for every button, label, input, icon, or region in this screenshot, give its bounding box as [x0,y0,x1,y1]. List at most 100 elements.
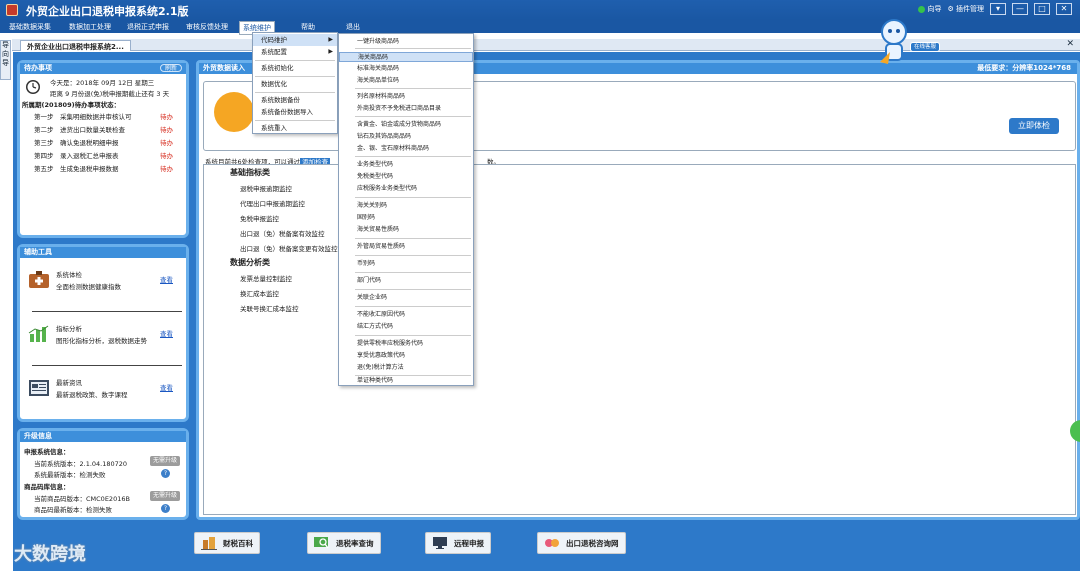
minimize-button[interactable]: — [1012,3,1028,15]
menu-separator [255,92,335,93]
submenu-item[interactable]: 部门代码 [339,276,473,286]
submenu-item[interactable]: 海关贸易性质码 [339,225,473,235]
submenu-item[interactable]: 含黄金、铂金或成分货物商品码 [339,120,473,130]
menu-formal-declaration[interactable]: 退税正式申报 [124,21,172,33]
sys-help-icon[interactable]: ? [161,469,170,478]
check-item[interactable]: 出口退（免）税备案有效监控 [240,228,325,238]
submenu-item[interactable]: 标准海关商品码 [339,64,473,74]
step-task-link[interactable]: 进货出口数量关联检查 [60,124,125,134]
code-help-icon[interactable]: ? [161,504,170,513]
gear-icon: ⚙ [947,5,954,13]
step-task-link[interactable]: 采集明细数据并审核认可 [60,111,132,121]
online-service-badge[interactable]: 在线客服 [910,42,941,52]
check-item[interactable]: 换汇成本监控 [240,288,279,298]
submenu-item[interactable]: 享受优惠政策代码 [339,351,473,361]
submenu-item[interactable]: 免税类型代码 [339,172,473,182]
resolution-requirement: 最低要求：分辨率1024*768 [977,64,1071,72]
tool-view-link[interactable]: 查看 [160,328,173,338]
menu-separator [355,48,471,49]
check-item[interactable]: 出口退（免）税备案变更有效监控 [240,243,338,253]
tab-main[interactable]: 外贸企业出口退税申报系统2... [20,40,131,51]
export-tax-consult-button[interactable]: 出口退税咨询网 [537,532,626,554]
tool-view-link[interactable]: 查看 [160,382,173,392]
step-status: 待办 [160,113,173,121]
submenu-item[interactable]: 外管局贸易性质码 [339,242,473,252]
tab-close-icon[interactable]: ✕ [1066,39,1074,49]
bottom-button-label: 远程申报 [454,538,484,548]
submenu-item[interactable]: 不能收汇原因代码 [339,310,473,320]
check-item[interactable]: 免税申报监控 [240,213,279,223]
check-item[interactable]: 退税申报逾期监控 [240,183,292,193]
sys-upgrade-button[interactable]: 无需升级 [150,456,181,466]
menu-basic-data[interactable]: 基础数据采集 [6,21,54,33]
check-item[interactable]: 发票总量控制监控 [240,273,292,283]
menu-separator [355,238,471,239]
divider [32,365,182,366]
menu-item-system-config[interactable]: 系统配置 ▶ [253,46,337,58]
submenu-item[interactable]: 钻石及其饰品商品码 [339,132,473,142]
submenu-item-customs-code[interactable]: 海关商品码 [339,52,473,62]
step-task-link[interactable]: 录入退税汇总申报表 [60,150,119,160]
mascot-icon[interactable] [876,18,912,66]
tool-name: 指标分析 [56,325,82,333]
menu-item-backup-import[interactable]: 系统备份数据导入 [253,106,337,118]
menu-exit[interactable]: 退出 [343,21,363,33]
tool-view-link[interactable]: 查看 [160,274,173,284]
step-label: 第一步 [34,113,54,121]
submenu-item[interactable]: 币别码 [339,259,473,269]
submenu-item[interactable]: 业务类型代码 [339,160,473,170]
submenu-item[interactable]: 列名原材料商品码 [339,92,473,102]
guide-side-tab[interactable]: 导 向 导 [0,40,11,80]
tax-rate-query-button[interactable]: 退税率查询 [307,532,381,554]
menu-data-processing[interactable]: 数据加工处理 [66,21,114,33]
remote-declaration-button[interactable]: 远程申报 [425,532,491,554]
monitor-icon [433,537,447,549]
submenu-item[interactable]: 关联企业码 [339,293,473,303]
submenu-item[interactable]: 提供零税率应税服务代码 [339,339,473,349]
submenu-item[interactable]: 海关商品单位码 [339,76,473,86]
menu-item-system-reenter[interactable]: 系统重入 [253,122,337,134]
refresh-button[interactable]: 刷新 [159,64,182,72]
close-button[interactable]: ✕ [1056,3,1072,15]
step-status: 待办 [160,165,173,173]
check-item[interactable]: 关联号换汇成本监控 [240,303,299,313]
watermark-text: 大数跨境 [14,544,86,565]
tool-system-check: 系统体检 全面检测数据健康指数 查看 [20,259,190,311]
menu-item-data-optimize[interactable]: 数据优化 [253,78,337,90]
submenu-item[interactable]: 应税服务业务类型代码 [339,184,473,194]
dropdown-button[interactable]: ▾ [990,3,1006,15]
magnifier-icon [314,537,329,549]
submenu-item[interactable]: 一键升级商品码 [339,37,473,47]
submenu-item[interactable]: 海关关别码 [339,201,473,211]
menu-audit-feedback[interactable]: 审核反馈处理 [183,21,231,33]
check-item[interactable]: 代理出口申报逾期监控 [240,198,305,208]
tool-latest-news: 最新资讯 最新退税政策、数字课程 查看 [20,367,190,419]
check-now-button[interactable]: 立即体检 [1009,118,1059,134]
menu-item-code-maintenance[interactable]: 代码维护 ▶ [253,34,337,46]
submenu-item[interactable]: 结汇方式代码 [339,322,473,332]
code-latest-version: 商品码最新版本：检测失败 [34,506,112,514]
tool-desc: 图形化指标分析，退税数据走势 [56,337,147,345]
submenu-item[interactable]: 国别码 [339,213,473,223]
category-title: 基础指标类 [230,168,270,177]
menu-item-label: 代码维护 [261,36,287,44]
step-label: 第三步 [34,139,54,147]
plugin-manage-button[interactable]: ⚙ 插件管理 [947,4,984,14]
todo-panel: 待办事项 刷新 今天是：2018年 09月 12日 星期三 距离 9 月份退(免… [17,60,189,238]
code-upgrade-button[interactable]: 无需升级 [150,491,181,501]
title-bar-right: 向导 ⚙ 插件管理 ▾ — □ ✕ [918,3,1072,15]
plugin-label: 插件管理 [956,5,984,13]
maximize-button[interactable]: □ [1034,3,1050,15]
guide-button[interactable]: 向导 [918,4,941,14]
step-task-link[interactable]: 确认免退税明细申报 [60,137,119,147]
menu-separator [355,156,471,157]
tax-encyclopedia-button[interactable]: 财税百科 [194,532,260,554]
menu-item-data-backup[interactable]: 系统数据备份 [253,94,337,106]
submenu-item[interactable]: 金、银、宝石原材料商品码 [339,144,473,154]
submenu-item[interactable]: 单证种类代码 [339,376,473,386]
title-bar: 外贸企业出口退税申报系统2.1版 向导 ⚙ 插件管理 ▾ — □ ✕ [0,0,1080,20]
step-task-link[interactable]: 生成免退税申报数据 [60,163,119,173]
menu-item-system-init[interactable]: 系统初始化 [253,62,337,74]
submenu-item[interactable]: 退(免)税计算方法 [339,363,473,373]
submenu-item[interactable]: 外商投资不予免税进口商品目录 [339,104,473,114]
